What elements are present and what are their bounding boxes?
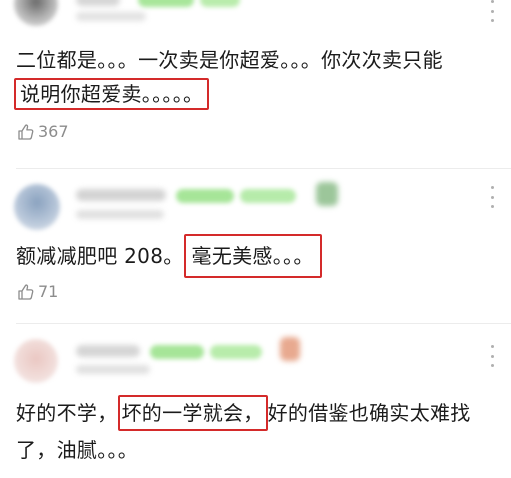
highlight-box: 毫无美感。。。 — [183, 234, 322, 278]
more-icon[interactable] — [489, 345, 495, 367]
avatar[interactable] — [14, 184, 60, 230]
badge-blurred — [176, 189, 234, 203]
timestamp-blurred — [76, 12, 146, 21]
comment-text: 好的不学， — [16, 401, 118, 425]
comment-item: 好的不学， 坏的一学就会， 好的借鉴也确实太难找 了，油腻。。。 — [0, 323, 511, 478]
comment-item: 二位都是。。。一次卖是你超爱。。。你次次卖只能 说明你超爱卖。。。。。 367 — [0, 0, 511, 168]
thumb-up-icon — [18, 283, 34, 300]
timestamp-blurred — [76, 365, 150, 374]
timestamp-blurred — [76, 210, 164, 219]
like-count: 367 — [38, 122, 69, 141]
comment-text-line: 了，油腻。。。 — [16, 438, 139, 462]
badge-blurred — [240, 189, 296, 203]
badge-blurred — [138, 0, 194, 7]
avatar[interactable] — [14, 0, 58, 26]
highlight-box: 坏的一学就会， — [117, 395, 268, 431]
comment-text: 好的借鉴也确实太难找 — [267, 401, 471, 425]
like-count: 71 — [38, 282, 59, 301]
thumb-up-icon — [18, 123, 34, 140]
username-blurred — [76, 0, 120, 6]
comment-text-line: 额减减肥吧 208。 毫无美感。。。 — [16, 234, 322, 278]
sticker-blurred — [316, 182, 338, 206]
comment-text: 额减减肥吧 208。 — [16, 244, 184, 268]
badge-blurred — [200, 0, 240, 7]
more-icon[interactable] — [489, 0, 495, 22]
like-button[interactable]: 71 — [17, 282, 58, 301]
comment-item: 额减减肥吧 208。 毫无美感。。。 71 — [0, 168, 511, 323]
badge-blurred — [150, 345, 204, 359]
comment-text-line: 二位都是。。。一次卖是你超爱。。。你次次卖只能 — [16, 48, 443, 72]
like-button[interactable]: 367 — [17, 122, 69, 141]
comment-header — [14, 0, 494, 26]
sticker-blurred — [280, 337, 300, 361]
more-icon[interactable] — [489, 186, 495, 208]
badge-blurred — [210, 345, 262, 359]
comment-text-line: 好的不学， 坏的一学就会， 好的借鉴也确实太难找 — [16, 395, 471, 431]
comment-header — [14, 182, 494, 230]
username-blurred — [76, 189, 166, 201]
username-blurred — [76, 345, 140, 357]
comment-header — [14, 337, 494, 383]
avatar[interactable] — [14, 339, 58, 383]
comment-text-line: 说明你超爱卖。。。。。 — [14, 78, 210, 110]
highlight-box: 说明你超爱卖。。。。。 — [14, 78, 210, 110]
